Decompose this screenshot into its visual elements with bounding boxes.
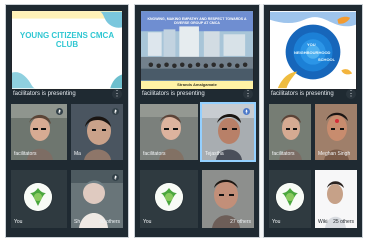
participant-name-right-2: Meghan Singh <box>318 151 351 157</box>
slide-footer-middle: Strands Amalgamate <box>141 81 253 89</box>
participant-tile-left-3[interactable]: You <box>11 170 67 228</box>
presentation-slide-left: POLICE PUBLIC SCHOOL CLASS 7 YOUNG CITIZ… <box>11 10 123 90</box>
participant-tile-middle-4[interactable]: 27 others <box>202 170 254 228</box>
slide-banner-middle: KNOWING, MAKING EMPATHY AND RESPECT TOWA… <box>147 17 247 25</box>
participant-count-right-4: 25 others <box>333 219 354 225</box>
cmca-logo-icon <box>155 183 183 211</box>
mic-on-icon <box>243 108 250 115</box>
more-vert-icon-middle[interactable]: ⋮ <box>243 89 253 99</box>
cmca-logo-icon <box>276 183 304 211</box>
participant-name-left-4: Sh <box>74 219 81 225</box>
meeting-panel-middle: KNOWING, MAKING EMPATHY AND RESPECT TOWA… <box>134 4 260 238</box>
participant-tile-middle-1[interactable]: facilitators <box>140 104 198 160</box>
participant-name-middle-2: Tejastha <box>205 151 224 157</box>
participant-count-middle-4: 27 others <box>230 219 251 225</box>
participant-tile-right-1[interactable]: facilitators <box>269 104 311 160</box>
slide-decor-left <box>12 11 122 89</box>
participant-name-right-4: Wiki <box>318 219 328 225</box>
presentation-slide-middle: KNOWING, MAKING EMPATHY AND RESPECT TOWA… <box>140 10 254 90</box>
presenting-label-middle: facilitators is presenting <box>142 91 205 97</box>
presenting-label-left: facilitators is presenting <box>13 91 76 97</box>
slide-title-left: YOUNG CITIZENS CMCA CLUB <box>19 31 115 49</box>
meeting-screenshot-collage: POLICE PUBLIC SCHOOL CLASS 7 YOUNG CITIZ… <box>0 0 367 242</box>
mic-off-icon <box>112 108 119 115</box>
mic-off-icon <box>56 108 63 115</box>
participant-tile-right-3[interactable]: You <box>269 170 311 228</box>
more-vert-icon-left[interactable]: ⋮ <box>112 89 122 99</box>
cmca-logo-icon <box>24 183 52 211</box>
participant-name-middle-3: You <box>143 219 152 225</box>
participant-tile-right-4[interactable]: Wiki 25 others <box>315 170 357 228</box>
participant-name-right-1: facilitators <box>272 151 295 157</box>
more-vert-icon-right[interactable]: ⋮ <box>346 89 356 99</box>
participant-tile-middle-3[interactable]: You <box>140 170 198 228</box>
participant-name-right-3: You <box>272 219 281 225</box>
participant-tile-middle-2[interactable]: Tejastha <box>202 104 254 160</box>
slide-word-school: SCHOOL <box>318 57 336 62</box>
slide-word-you: YOU <box>307 42 316 47</box>
participant-name-left-2: Ma <box>74 151 81 157</box>
participant-tile-left-1[interactable]: facilitators <box>11 104 67 160</box>
participant-name-middle-1: facilitators <box>143 151 166 157</box>
slide-word-neighbourhood: NEIGHBOURHOOD <box>294 50 331 55</box>
presenting-label-right: facilitators is presenting <box>271 91 334 97</box>
participant-tile-left-2[interactable]: Ma <box>71 104 123 160</box>
participant-count-left-4: 30 others <box>99 219 120 225</box>
participant-name-left-1: facilitators <box>14 151 37 157</box>
mic-off-icon <box>112 174 119 181</box>
meeting-panel-left: POLICE PUBLIC SCHOOL CLASS 7 YOUNG CITIZ… <box>5 4 129 238</box>
meeting-panel-right: YOU NEIGHBOURHOOD SCHOOL facilitators is… <box>263 4 363 238</box>
participant-tile-right-2[interactable]: Meghan Singh <box>315 104 357 160</box>
participant-tile-left-4[interactable]: Sh 30 others <box>71 170 123 228</box>
presentation-slide-right: YOU NEIGHBOURHOOD SCHOOL <box>269 10 357 90</box>
participant-name-left-3: You <box>14 219 23 225</box>
